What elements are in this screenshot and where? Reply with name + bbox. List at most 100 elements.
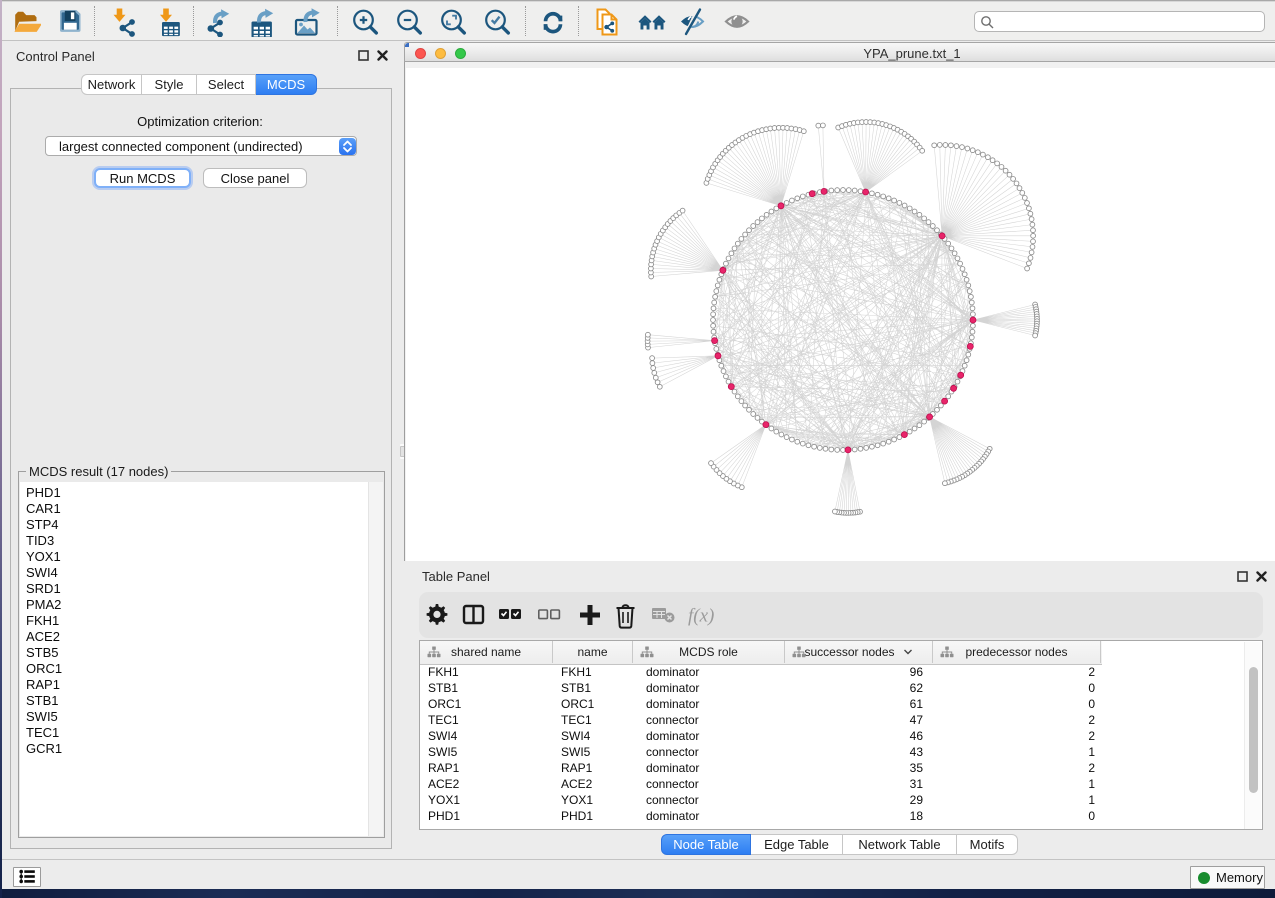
column-header-MCDS-role[interactable]: MCDS role: [633, 641, 785, 663]
close-panel-icon[interactable]: [1256, 571, 1267, 582]
column-header-predecessor-nodes[interactable]: predecessor nodes: [933, 641, 1101, 663]
mcds-list-item[interactable]: SRD1: [26, 581, 383, 597]
cell-succ: 31: [863, 776, 923, 792]
desktop-wallpaper: [0, 889, 1275, 898]
settings-icon[interactable]: [423, 602, 455, 635]
close-window-icon[interactable]: [415, 48, 426, 59]
toolbar-separator: [94, 6, 95, 36]
tab-mcds[interactable]: MCDS: [256, 74, 317, 95]
open-file-icon[interactable]: [11, 7, 41, 37]
memory-status-icon: [1198, 872, 1210, 884]
cell-shared_name: TEC1: [428, 712, 459, 728]
tab-node-table[interactable]: Node Table: [661, 834, 751, 855]
zoom-fit-icon[interactable]: [439, 7, 469, 37]
cell-shared_name: YOX1: [428, 792, 460, 808]
import-network-icon[interactable]: [108, 7, 138, 37]
zoom-out-icon[interactable]: [395, 7, 425, 37]
network-frame-titlebar[interactable]: YPA_prune.txt_1: [404, 42, 1275, 62]
cell-shared_name: RAP1: [428, 760, 459, 776]
panel-toggle-button[interactable]: [13, 867, 41, 887]
table-row[interactable]: STB1STB1dominator620: [420, 680, 1246, 696]
tab-network[interactable]: Network: [81, 74, 142, 95]
table-scrollbar-thumb[interactable]: [1249, 667, 1258, 793]
show-columns-icon[interactable]: [461, 602, 493, 635]
delete-column-icon[interactable]: [612, 602, 644, 635]
deselect-all-icon[interactable]: [536, 602, 568, 635]
mcds-list-item[interactable]: GCR1: [26, 741, 383, 757]
float-panel-icon[interactable]: [358, 50, 369, 61]
tab-network-table[interactable]: Network Table: [843, 834, 957, 855]
criterion-value: largest connected component (undirected): [59, 139, 303, 154]
mcds-list-item[interactable]: ORC1: [26, 661, 383, 677]
criterion-dropdown[interactable]: largest connected component (undirected): [45, 136, 357, 156]
search-input[interactable]: [997, 13, 1261, 31]
table-scrollbar[interactable]: [1244, 642, 1261, 829]
export-image-icon[interactable]: [292, 7, 322, 37]
apply-layout-icon[interactable]: [538, 7, 568, 37]
search-box[interactable]: [974, 11, 1265, 32]
add-column-icon[interactable]: [575, 602, 607, 635]
zoom-in-icon[interactable]: [351, 7, 381, 37]
zoom-selected-icon[interactable]: [483, 7, 513, 37]
memory-button[interactable]: Memory: [1190, 866, 1265, 889]
close-panel-icon[interactable]: [377, 50, 388, 61]
tab-edge-table[interactable]: Edge Table: [751, 834, 843, 855]
table-row[interactable]: SWI4SWI4dominator462: [420, 728, 1246, 744]
tab-select[interactable]: Select: [197, 74, 256, 95]
cell-pred: 1: [1035, 792, 1095, 808]
delete-table-icon[interactable]: [650, 602, 682, 635]
mcds-list-item[interactable]: ACE2: [26, 629, 383, 645]
mcds-list-item[interactable]: YOX1: [26, 549, 383, 565]
mcds-list-item[interactable]: STB5: [26, 645, 383, 661]
status-bar: Memory: [2, 859, 1275, 889]
close-panel-button[interactable]: Close panel: [203, 168, 307, 188]
network-canvas[interactable]: [406, 68, 1275, 561]
show-all-icon[interactable]: [724, 7, 754, 37]
table-row[interactable]: YOX1YOX1connector291: [420, 792, 1246, 808]
toolbar-separator: [525, 6, 526, 36]
mcds-list-item[interactable]: SWI4: [26, 565, 383, 581]
maximize-window-icon[interactable]: [455, 48, 466, 59]
mcds-list-item[interactable]: RAP1: [26, 677, 383, 693]
column-header-shared-name[interactable]: shared name: [420, 641, 553, 663]
mcds-list-item[interactable]: TEC1: [26, 725, 383, 741]
mcds-list-item[interactable]: STB1: [26, 693, 383, 709]
table-row[interactable]: TEC1TEC1connector472: [420, 712, 1246, 728]
cell-shared_name: SWI5: [428, 744, 457, 760]
mcds-list-item[interactable]: FKH1: [26, 613, 383, 629]
first-neighbors-icon[interactable]: [637, 7, 667, 37]
column-header-name[interactable]: name: [553, 641, 633, 663]
mcds-list-item[interactable]: TID3: [26, 533, 383, 549]
tab-motifs[interactable]: Motifs: [957, 834, 1018, 855]
table-row[interactable]: PHD1PHD1dominator180: [420, 808, 1246, 824]
mcds-list-item[interactable]: STP4: [26, 517, 383, 533]
table-row[interactable]: RAP1RAP1dominator352: [420, 760, 1246, 776]
table-row[interactable]: FKH1FKH1dominator962: [420, 664, 1246, 680]
cell-succ: 96: [863, 664, 923, 680]
table-row[interactable]: ORC1ORC1dominator610: [420, 696, 1246, 712]
save-session-icon[interactable]: [55, 7, 85, 37]
toolbar-separator: [193, 6, 194, 36]
tab-style[interactable]: Style: [142, 74, 197, 95]
mcds-list-scrollbar[interactable]: [368, 482, 383, 836]
column-type-icon: [940, 646, 954, 658]
export-network-icon[interactable]: [204, 7, 234, 37]
table-row[interactable]: SWI5SWI5connector431: [420, 744, 1246, 760]
minimize-window-icon[interactable]: [435, 48, 446, 59]
mcds-list-item[interactable]: PHD1: [26, 485, 383, 501]
cell-succ: 46: [863, 728, 923, 744]
mcds-list-item[interactable]: CAR1: [26, 501, 383, 517]
hide-selection-icon[interactable]: [679, 7, 709, 37]
run-mcds-button[interactable]: Run MCDS: [94, 168, 191, 188]
mcds-list-item[interactable]: PMA2: [26, 597, 383, 613]
select-all-icon[interactable]: [497, 602, 529, 635]
import-table-icon[interactable]: [151, 7, 181, 37]
float-panel-icon[interactable]: [1237, 571, 1248, 582]
column-header-successor-nodes[interactable]: successor nodes: [785, 641, 933, 663]
function-builder-icon[interactable]: f(x): [687, 602, 719, 635]
new-network-from-selection-icon[interactable]: [593, 7, 623, 37]
table-row[interactable]: ACE2ACE2connector311: [420, 776, 1246, 792]
export-table-icon[interactable]: [247, 7, 277, 37]
mcds-result-list[interactable]: PHD1CAR1STP4TID3YOX1SWI4SRD1PMA2FKH1ACE2…: [20, 482, 383, 836]
mcds-list-item[interactable]: SWI5: [26, 709, 383, 725]
